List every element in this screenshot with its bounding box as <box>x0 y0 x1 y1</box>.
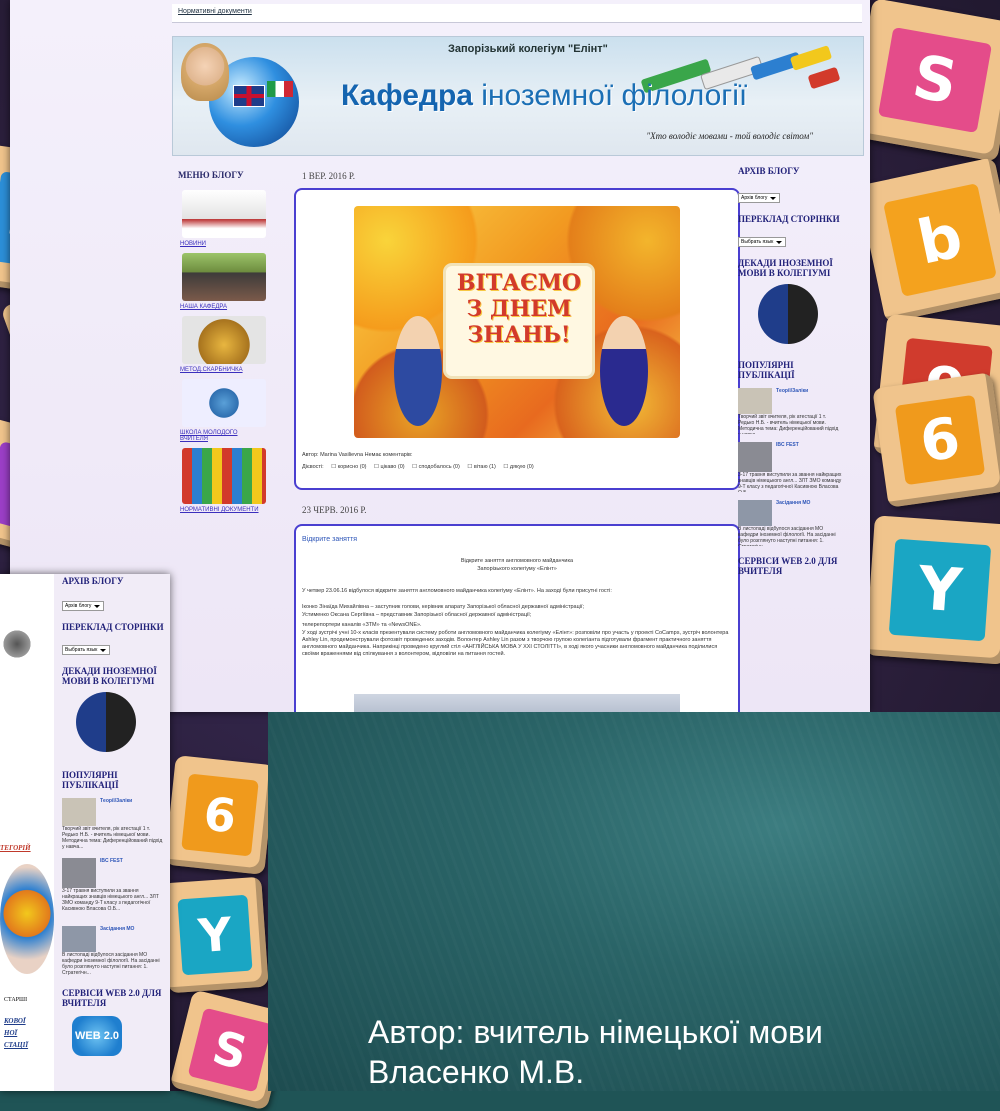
second-translate-title: ПЕРЕКЛАД СТОРІНКИ <box>62 622 164 632</box>
popular-item-3[interactable]: Засідання МО В листопаді відбулося засід… <box>738 500 842 546</box>
blog-title: Кафедра іноземної філології <box>341 79 747 113</box>
second-sidebar: АРХІВ БЛОГУ Архів блогу ПЕРЕКЛАД СТОРІНК… <box>62 576 164 1056</box>
reaction-2[interactable]: ☐ цікаво (0) <box>374 464 405 470</box>
knowledge-day-poster: ВІТАЄМО З ДНЕМ ЗНАНЬ! <box>354 206 680 438</box>
italy-flag-icon <box>267 81 293 97</box>
news-image[interactable] <box>182 190 266 238</box>
second-archive-select[interactable]: Архів блогу <box>62 601 105 611</box>
second-link-1[interactable]: КОВОЇ <box>4 1017 26 1025</box>
second-popular-2[interactable]: IBC FEST <box>62 858 164 888</box>
poster-board: ВІТАЄМО З ДНЕМ ЗНАНЬ! <box>446 266 592 376</box>
menu-item-news[interactable]: НОВИНИ <box>180 241 272 247</box>
second-popular-title: ПОПУЛЯРНІ ПУБЛІКАЦІЇ <box>62 770 119 790</box>
post2: Відкрите заняття Відкрите заняття англом… <box>294 524 740 728</box>
second-categories[interactable]: ТЕГОРІЙ <box>0 844 31 852</box>
second-popular-1[interactable]: Тeopiї/Залiки <box>62 798 164 826</box>
post1-reactions: Дієвості: ☐ корисно (0) ☐ цікаво (0) ☐ с… <box>302 464 732 471</box>
letter-block-pink: S <box>848 0 1000 162</box>
translate-title: ПЕРЕКЛАД СТОРІНКИ <box>738 214 840 224</box>
treasure-chest-image[interactable] <box>182 316 266 364</box>
blog-title-part1: Кафедра <box>341 79 473 112</box>
poster-text: ВІТАЄМО З ДНЕМ ЗНАНЬ! <box>456 270 582 348</box>
menu-item-documents[interactable]: НОРМАТИВНІ ДОКУМЕНТИ <box>180 507 272 513</box>
post1-date: 1 ВЕР. 2016 Р. <box>302 171 356 181</box>
boy-figure <box>394 316 442 426</box>
blog-screenshot-second: ТЕГОРІЙ СТАРШІ КОВОЇ НОЇ СТАЦІЇ АРХІВ БЛ… <box>0 574 170 1091</box>
archive-title: АРХІВ БЛОГУ <box>738 166 800 176</box>
slide-author-line2: Власенко М.В. <box>368 1054 585 1090</box>
post2-paragraph5: У ході зустрічі учні 10-х класів презент… <box>302 630 729 657</box>
post2-subheading2: Запорізького колегіуму «Елінт» <box>477 566 557 572</box>
top-nav-strip: Нормативні документи <box>172 4 862 23</box>
post1-author: Автор: Marina Vasilievna Немає коментарі… <box>302 452 413 458</box>
menu-item-young-teacher[interactable]: ШКОЛА МОЛОДОГО ВЧИТЕЛЯ <box>180 430 260 442</box>
presentation-slide: Автор: вчитель німецької мови Власенко М… <box>268 712 1000 1091</box>
second-emblem <box>0 864 54 974</box>
post2-subheading1: Відкрите заняття англомовного майданчика <box>460 558 574 564</box>
services-title: СЕРВІСИ WEB 2.0 ДЛЯ ВЧИТЕЛЯ <box>738 556 838 576</box>
blog-banner: Запорізький колегіум "Елінт" Кафедра іно… <box>172 36 864 156</box>
popular-thumb-2 <box>738 442 772 472</box>
blog-sidebar: АРХІВ БЛОГУ Архів блогу ПЕРЕКЛАД СТОРІНК… <box>738 166 842 576</box>
uk-flag-icon <box>233 85 265 107</box>
department-photo[interactable] <box>182 253 266 301</box>
popular-title: ПОПУЛЯРНІ ПУБЛІКАЦІЇ <box>738 360 795 380</box>
popular-item-2[interactable]: IBC FEST 3-17 травня виступили за звання… <box>738 442 842 492</box>
girl-figure <box>600 316 648 426</box>
blog-menu: МЕНЮ БЛОГУ НОВИНИ НАША КАФЕДРА МЕТОД.СКА… <box>172 166 272 586</box>
young-teacher-image[interactable] <box>182 379 266 427</box>
menu-item-department[interactable]: НАША КАФЕДРА <box>180 304 272 310</box>
second-link-2[interactable]: НОЇ <box>4 1029 17 1037</box>
menu-item-methods[interactable]: МЕТОД.СКАРБНИЧКА <box>180 367 272 373</box>
slide-author-line1: Автор: вчитель німецької мови <box>368 1014 823 1050</box>
second-translate-select[interactable]: Выбрать язык <box>62 645 111 655</box>
girl-image <box>181 43 229 101</box>
second-flags-icon <box>76 692 136 752</box>
archive-select[interactable]: Архів блогу <box>738 193 781 203</box>
number-block-6-right: 6 <box>872 372 1000 508</box>
post2-heading[interactable]: Відкрите заняття <box>302 536 357 543</box>
second-older[interactable]: СТАРШІ <box>4 997 27 1003</box>
normative-docs-link[interactable]: Нормативні документи <box>178 8 252 15</box>
second-link-3[interactable]: СТАЦІЇ <box>4 1041 28 1049</box>
school-name: Запорізький колегіум "Елінт" <box>448 43 608 55</box>
menu-title: МЕНЮ БЛОГУ <box>178 170 244 180</box>
reaction-1[interactable]: ☐ корисно (0) <box>331 464 366 470</box>
popular-thumb-1 <box>738 388 772 414</box>
post2-paragraph3: Устименко Оксана Сергіївна – представник… <box>302 612 532 618</box>
decades-title: ДЕКАДИ ІНОЗЕМНОЇ МОВИ В КОЛЕГІУМІ <box>738 258 833 278</box>
post2-paragraph4: телерепортери каналів «ЗТМ» та «NewsONE»… <box>302 622 422 628</box>
reactions-label: Дієвості: <box>302 464 324 470</box>
blog-title-part2: іноземної філології <box>481 79 748 112</box>
second-decor-image <box>2 614 32 674</box>
second-decades-title: ДЕКАДИ ІНОЗЕМНОЇ МОВИ В КОЛЕГІУМІ <box>62 666 157 686</box>
second-popular-3[interactable]: Засідання МО <box>62 926 164 952</box>
uk-germany-flags-icon <box>758 284 818 344</box>
second-services-title: СЕРВІСИ WEB 2.0 ДЛЯ ВЧИТЕЛЯ <box>62 988 162 1008</box>
popular-thumb-3 <box>738 500 772 526</box>
popular-item-1[interactable]: Тeopiї/Залiки Творчий звіт вчителя, рiк … <box>738 388 842 434</box>
post2-date: 23 ЧЕРВ. 2016 Р. <box>302 505 367 515</box>
post2-paragraph2: Іконко Зінаїда Михайлівна – заступник го… <box>302 604 585 610</box>
reaction-5[interactable]: ☐ дякую (0) <box>503 464 533 470</box>
blog-motto: "Хто володіє мовами - той володіє світом… <box>646 131 813 141</box>
post1: ВІТАЄМО З ДНЕМ ЗНАНЬ! Автор: Marina Vasi… <box>294 188 740 490</box>
second-archive-title: АРХІВ БЛОГУ <box>62 576 124 586</box>
slide-author-text: Автор: вчитель німецької мови Власенко М… <box>368 1012 823 1092</box>
reaction-3[interactable]: ☐ сподобалось (0) <box>412 464 460 470</box>
letter-block-y-right: Y <box>865 515 1000 665</box>
letter-block-y-mid: Y <box>161 876 269 994</box>
web20-badge[interactable]: WEB 2.0 <box>72 1016 122 1056</box>
translate-select[interactable]: Выбрать язык <box>738 237 787 247</box>
post2-paragraph1: У четвер 23.06.16 відбулося відкрите зан… <box>302 588 612 594</box>
second-left-column: ТЕГОРІЙ СТАРШІ КОВОЇ НОЇ СТАЦІЇ <box>0 574 54 1091</box>
number-block-6-mid: 6 <box>164 755 276 875</box>
reaction-4[interactable]: ☐ вітаю (1) <box>467 464 496 470</box>
folders-image[interactable] <box>182 448 266 504</box>
